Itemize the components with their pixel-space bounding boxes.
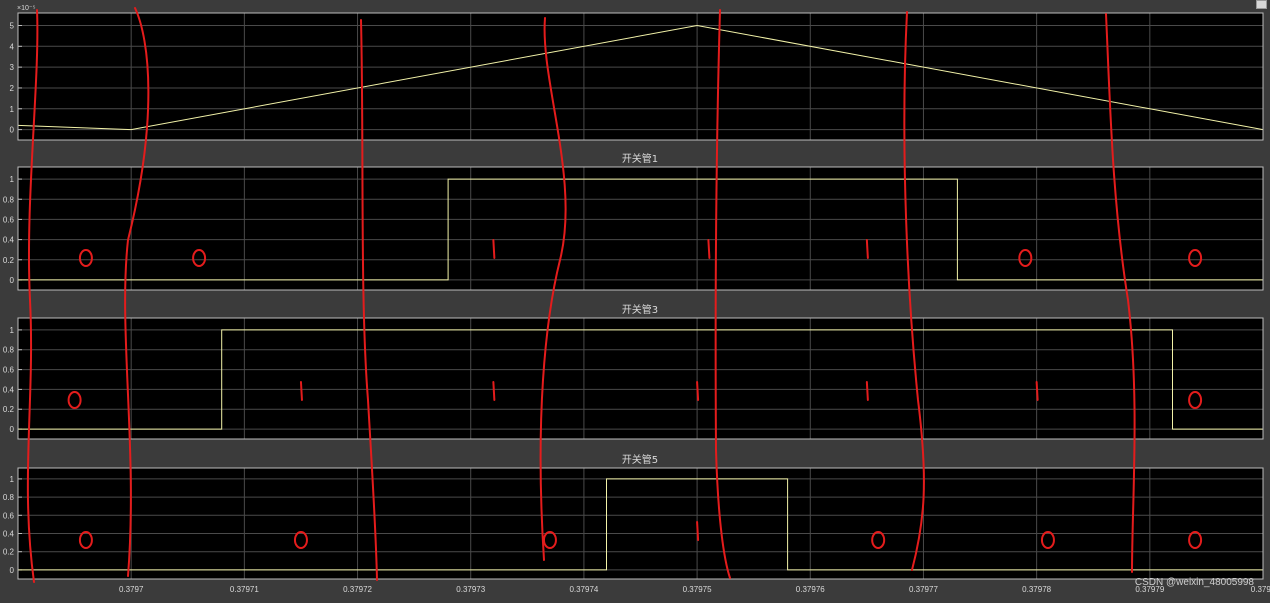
y-tick-label: 1 — [10, 475, 15, 484]
red-digit-one — [299, 381, 303, 401]
red-digit-one — [865, 381, 869, 401]
y-tick-label: 0.4 — [3, 385, 15, 394]
axes-background — [18, 318, 1263, 439]
y-tick-label: 0 — [10, 126, 15, 135]
red-digit-one — [492, 239, 496, 259]
subplot-3: 0 0.2 0.4 0.6 0.8 1 开关管3 — [3, 303, 1264, 440]
y-tick-label: 0.6 — [3, 215, 15, 224]
y-tick-label: 4 — [10, 42, 15, 51]
axes-background — [18, 13, 1263, 140]
x-tick-label: 0.37977 — [909, 585, 938, 594]
subplot-title: 开关管1 — [622, 152, 658, 165]
y-tick-label: 0.6 — [3, 366, 15, 375]
subplot-2: 0 0.2 0.4 0.6 0.8 1 开关管1 — [3, 152, 1264, 291]
y-tick-label: 0 — [10, 425, 15, 434]
y-tick-label: 0.2 — [3, 548, 15, 557]
x-tick-label: 0.37975 — [683, 585, 712, 594]
y-tick-label: 2 — [10, 84, 15, 93]
x-tick-label: 0.37976 — [796, 585, 825, 594]
subplot-1: 0 1 2 3 4 5 ×10⁻⁵ — [10, 5, 1264, 141]
y-tick-label: 1 — [10, 326, 15, 335]
y-tick-label: 0.4 — [3, 530, 15, 539]
figure-window: 0 1 2 3 4 5 ×10⁻⁵ 0 0.2 0.4 0.6 0.8 1 开关管1 0 0.2 0.4 0.6 0… — [0, 0, 1270, 598]
x-tick-label: 0.37972 — [343, 585, 372, 594]
y-tick-label: 0.2 — [3, 405, 15, 414]
red-digit-one — [707, 239, 711, 259]
axes-background — [18, 167, 1263, 290]
y-tick-label: 0 — [10, 566, 15, 575]
x-tick-label: 0.37971 — [230, 585, 259, 594]
watermark: CSDN @weixin_48005998 — [1134, 577, 1254, 588]
red-digit-one — [696, 381, 700, 401]
y-tick-label: 0.8 — [3, 346, 15, 355]
y-tick-label: 0.8 — [3, 493, 15, 502]
subplot-title: 开关管3 — [622, 303, 658, 316]
x-tick-label: 0.37973 — [456, 585, 485, 594]
x-tick-label: 0.37978 — [1022, 585, 1051, 594]
figure-canvas: 012345×10⁻⁵00.20.40.60.81开关管100.20.40.60… — [3, 5, 1270, 594]
x-tick-label: 0.3797 — [119, 585, 144, 594]
y-tick-label: 1 — [10, 175, 15, 184]
y-tick-label: 0.2 — [3, 256, 15, 265]
y-tick-label: 0.8 — [3, 195, 15, 204]
red-digit-one — [492, 381, 496, 401]
red-digit-one — [696, 521, 700, 541]
y-tick-label: 3 — [10, 63, 15, 72]
y-exponent-label: ×10⁻⁵ — [17, 5, 36, 12]
y-tick-label: 0.6 — [3, 511, 15, 520]
toolbar-restore-icon[interactable] — [1256, 0, 1267, 9]
y-tick-label: 0 — [10, 276, 15, 285]
subplot-4: 0 0.2 0.4 0.6 0.8 1 0.3797 0.37971 0.37972 0.3797… — [3, 453, 1270, 594]
y-tick-label: 1 — [10, 105, 15, 114]
y-tick-label: 5 — [10, 21, 15, 30]
subplot-title: 开关管5 — [622, 453, 658, 466]
axes-background — [18, 468, 1263, 579]
red-digit-one — [1035, 381, 1039, 401]
x-tick-label: 0.37974 — [569, 585, 598, 594]
y-tick-label: 0.4 — [3, 236, 15, 245]
red-digit-one — [865, 239, 869, 259]
